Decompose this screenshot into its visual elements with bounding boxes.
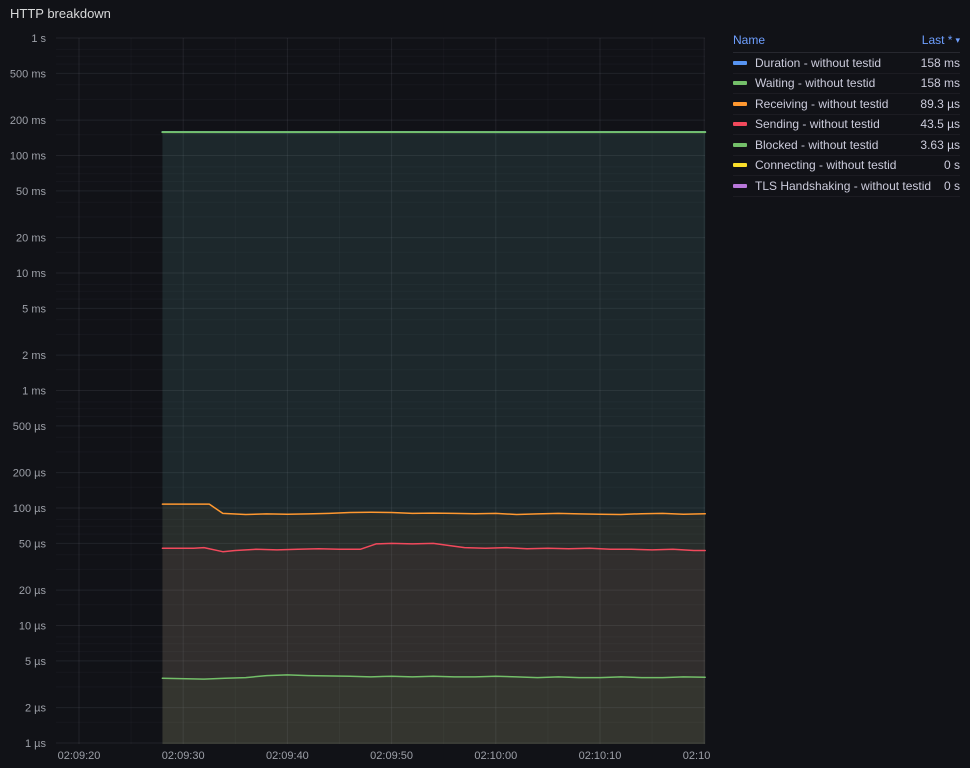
series-last-value: 0 s: [943, 158, 960, 173]
series-name: Waiting - without testid: [755, 76, 876, 91]
series-last-value: 43.5 µs: [920, 117, 960, 132]
series-color-swatch: [733, 142, 747, 147]
y-axis-label: 50 ms: [16, 186, 46, 198]
x-axis-label: 02:09:40: [266, 750, 309, 762]
series-name: Blocked - without testid: [755, 137, 879, 152]
y-axis-label: 500 µs: [13, 421, 47, 433]
series-color-swatch: [733, 60, 747, 65]
y-axis-label: 10 µs: [19, 621, 47, 633]
series-last-value: 158 ms: [920, 55, 960, 70]
y-axis-label: 2 µs: [25, 703, 47, 715]
series-name: Sending - without testid: [755, 117, 880, 132]
series-color-swatch: [733, 81, 747, 86]
y-axis-label: 20 ms: [16, 233, 46, 245]
y-axis-label: 100 ms: [10, 151, 47, 163]
series-color-swatch: [733, 163, 747, 168]
series-last-value: 89.3 µs: [920, 96, 960, 111]
legend-row-connecting[interactable]: Connecting - without testid 0 s: [733, 156, 960, 176]
chart-canvas[interactable]: 1 s 500 ms 200 ms 100 ms 50 ms 20 ms 10 ms 5 ms…: [0, 0, 710, 768]
series-color-swatch: [733, 122, 747, 127]
legend-row-receiving[interactable]: Receiving - without testid 89.3 µs: [733, 94, 960, 115]
series-color-swatch: [733, 101, 747, 106]
legend-row-duration[interactable]: Duration - without testid 158 ms: [733, 53, 960, 74]
time-series-chart[interactable]: 1 s 500 ms 200 ms 100 ms 50 ms 20 ms 10 ms 5 ms…: [0, 0, 710, 768]
legend-row-blocked[interactable]: Blocked - without testid 3.63 µs: [733, 135, 960, 156]
y-axis-label: 50 µs: [19, 538, 47, 550]
y-axis-label: 2 ms: [22, 350, 46, 362]
x-axis-label: 02:10:10: [579, 750, 622, 762]
legend-row-sending[interactable]: Sending - without testid 43.5 µs: [733, 115, 960, 135]
legend-last-label: Last *: [921, 33, 953, 47]
legend-table: Name Last * ▾ Duration - without testid …: [733, 31, 960, 197]
y-axis-label: 100 µs: [13, 503, 47, 515]
series-name: Connecting - without testid: [755, 158, 897, 173]
series-name: Receiving - without testid: [755, 96, 889, 111]
x-axis-label: 02:10:20: [683, 750, 710, 762]
y-axis-label: 1 s: [31, 33, 46, 45]
series-last-value: 158 ms: [920, 76, 960, 91]
series-color-swatch: [733, 183, 747, 188]
x-axis-label: 02:09:50: [370, 750, 413, 762]
y-axis-label: 5 µs: [25, 656, 47, 668]
legend-row-tls[interactable]: TLS Handshaking - without testid 0 s: [733, 176, 960, 197]
legend-sort-name[interactable]: Name: [733, 33, 765, 47]
series-last-value: 3.63 µs: [920, 137, 960, 152]
y-axis-label: 200 ms: [10, 115, 47, 127]
series-last-value: 0 s: [943, 178, 960, 193]
legend-sort-last[interactable]: Last * ▾: [922, 33, 960, 47]
legend-header: Name Last * ▾: [733, 31, 960, 53]
y-axis-label: 500 ms: [10, 68, 47, 80]
x-axis-label: 02:10:00: [474, 750, 517, 762]
x-axis-label: 02:09:20: [58, 750, 101, 762]
y-axis-label: 1 µs: [25, 738, 47, 750]
y-axis-label: 10 ms: [16, 268, 46, 280]
x-axis-label: 02:09:30: [162, 750, 205, 762]
legend-row-waiting[interactable]: Waiting - without testid 158 ms: [733, 74, 960, 94]
series-name: Duration - without testid: [755, 55, 882, 70]
y-axis-label: 1 ms: [22, 386, 46, 398]
sort-desc-icon: ▾: [955, 34, 960, 45]
y-axis-label: 200 µs: [13, 468, 47, 480]
series-area-blocked: [162, 674, 706, 744]
y-axis-label: 20 µs: [19, 585, 47, 597]
series-name: TLS Handshaking - without testid: [755, 178, 932, 193]
y-axis-label: 5 ms: [22, 303, 46, 315]
